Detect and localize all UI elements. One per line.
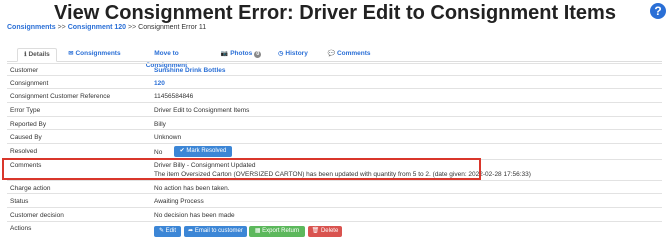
page-title: View Consignment Error: Driver Edit to C… (54, 2, 616, 24)
breadcrumb-current: Consignment Error 11 (138, 24, 207, 31)
tab-move-to-consignment[interactable]: Move to Consignment (134, 48, 199, 69)
trash-icon: 🗑 (311, 228, 321, 234)
row-label: Status (10, 198, 29, 205)
row-consignment: Consignment 120 (7, 75, 662, 89)
row-reported-by: Reported By Billy (7, 116, 662, 130)
tab-label: Details (28, 51, 50, 58)
row-caused-by: Caused By Unknown (7, 129, 662, 144)
pencil-icon: ✎ (158, 228, 166, 234)
row-customer-decision: Customer decision No decision has been m… (7, 207, 662, 222)
row-value: No (154, 149, 163, 156)
breadcrumb-consignment-120[interactable]: Consignment 120 (68, 24, 126, 31)
row-label: Reported By (10, 121, 47, 128)
mark-resolved-button[interactable]: ✔ Mark Resolved (174, 146, 232, 157)
row-label: Charge action (10, 185, 51, 192)
row-customer-reference: Consignment Customer Reference 114565848… (7, 88, 662, 103)
button-label: Export Return (262, 228, 300, 234)
tab-bar: ℹ Details ✉ Consignments Move to Consignme… (7, 48, 662, 69)
row-value: Sunshine Drink Bottles (154, 67, 226, 74)
breadcrumb-separator: >> (57, 24, 66, 31)
row-label: Actions (10, 225, 32, 232)
row-value: Unknown (154, 134, 182, 141)
button-label: Mark Resolved (186, 148, 227, 154)
breadcrumb-separator: >> (128, 24, 137, 31)
row-label: Consignment Customer Reference (10, 93, 111, 100)
row-status: Status Awaiting Process (7, 193, 662, 208)
row-label: Caused By (10, 134, 42, 141)
tab-comments[interactable]: 💬 Comments (325, 48, 373, 60)
delete-button[interactable]: 🗑 Delete (308, 226, 342, 237)
customer-link[interactable]: Sunshine Drink Bottles (154, 67, 226, 74)
button-label: Email to customer (194, 228, 243, 234)
tab-details[interactable]: ℹ Details (17, 48, 57, 62)
row-error-type: Error Type Driver Edit to Consignment It… (7, 102, 662, 117)
help-icon[interactable]: ? (650, 3, 666, 19)
row-label: Resolved (10, 148, 38, 155)
row-value: Awaiting Process (154, 198, 204, 205)
button-label: Delete (320, 228, 339, 234)
tab-label: Consignments (75, 50, 121, 57)
edit-button[interactable]: ✎ Edit (154, 226, 181, 237)
row-label: Customer decision (10, 212, 64, 219)
row-value: No action has been taken. (154, 185, 230, 192)
comment-icon: 💬 (327, 51, 335, 57)
comments-highlight-box (2, 158, 481, 180)
row-charge-action: Charge action No action has been taken. (7, 180, 662, 194)
row-label: Customer (10, 67, 39, 74)
email-to-customer-button[interactable]: ➦ Email to customer (184, 226, 247, 237)
breadcrumb: Consignments >> Consignment 120 >> Consi… (7, 24, 206, 31)
row-value: No decision has been made (154, 212, 235, 219)
tab-label: Photos (230, 50, 253, 57)
tab-photos[interactable]: 📷 Photos 0 (217, 48, 265, 60)
consignment-link[interactable]: 120 (154, 80, 165, 87)
camera-icon: 📷 (220, 51, 229, 57)
tab-label: Comments (336, 50, 371, 57)
button-label: Edit (165, 228, 177, 234)
row-value: Driver Edit to Consignment Items (154, 107, 250, 114)
envelope-icon: ✉ (68, 51, 74, 57)
clock-icon: ◷ (278, 51, 284, 57)
row-label: Error Type (10, 107, 41, 114)
row-label: Consignment (10, 80, 49, 87)
share-icon: ➦ (188, 228, 195, 234)
export-return-button[interactable]: ▦ Export Return (249, 226, 305, 237)
row-actions: Actions ✎ Edit ➦ Email to customer ▦ Exp… (7, 221, 662, 242)
photos-count-badge: 0 (254, 51, 262, 58)
row-value: 120 (154, 80, 165, 87)
tab-label: History (285, 50, 308, 57)
tab-consignments[interactable]: ✉ Consignments (67, 48, 122, 60)
row-value: Billy (154, 121, 166, 128)
info-icon: ℹ (24, 52, 27, 58)
breadcrumb-consignments[interactable]: Consignments (7, 24, 56, 31)
tab-history[interactable]: ◷ History (275, 48, 311, 60)
row-value: 11456584846 (154, 93, 194, 100)
